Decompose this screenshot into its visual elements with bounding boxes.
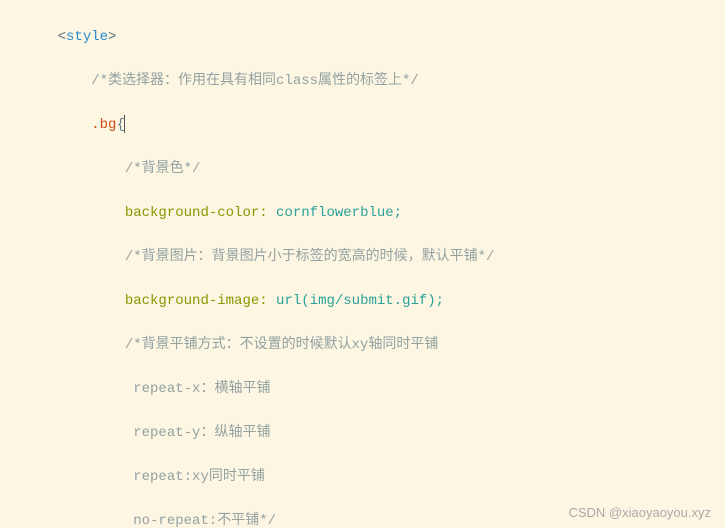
css-property: background-image [125,293,259,309]
comment: repeat:xy同时平铺 [125,469,265,485]
code-line: /*类选择器：作用在具有相同class属性的标签上*/ [0,70,725,92]
code-line: /*背景图片：背景图片小于标签的宽高的时候，默认平铺*/ [0,246,725,268]
comment: /*背景平铺方式：不设置的时候默认xy轴同时平铺 [125,337,439,353]
text-cursor [124,115,125,133]
comment: repeat-x：横轴平铺 [125,381,271,397]
code-line: background-color: cornflowerblue; [0,202,725,224]
css-selector: .bg [91,117,116,133]
code-line: repeat:xy同时平铺 [0,466,725,488]
code-line: repeat-x：横轴平铺 [0,378,725,400]
code-line: no-repeat:不平铺*/ [0,510,725,528]
code-line: /*背景平铺方式：不设置的时候默认xy轴同时平铺 [0,334,725,356]
colon: : [259,205,267,221]
code-line: background-image: url(img/submit.gif); [0,290,725,312]
comment: /*类选择器：作用在具有相同class属性的标签上*/ [91,73,419,89]
css-value: url(img/submit.gif); [268,293,444,309]
tag-bracket-close: > [108,29,116,45]
comment: /*背景图片：背景图片小于标签的宽高的时候，默认平铺*/ [125,249,495,265]
tag-style-open: style [66,29,108,45]
css-value: cornflowerblue; [268,205,402,221]
comment: /*背景色*/ [125,161,201,177]
comment: repeat-y：纵轴平铺 [125,425,271,441]
tag-bracket-open: < [58,29,66,45]
code-line: /*背景色*/ [0,158,725,180]
code-line: <style> [0,26,725,48]
colon: : [259,293,267,309]
code-block: <style> /*类选择器：作用在具有相同class属性的标签上*/ .bg{… [0,0,725,528]
code-line: repeat-y：纵轴平铺 [0,422,725,444]
code-line: .bg{ [0,114,725,136]
css-property: background-color [125,205,259,221]
comment: no-repeat:不平铺*/ [125,513,276,528]
